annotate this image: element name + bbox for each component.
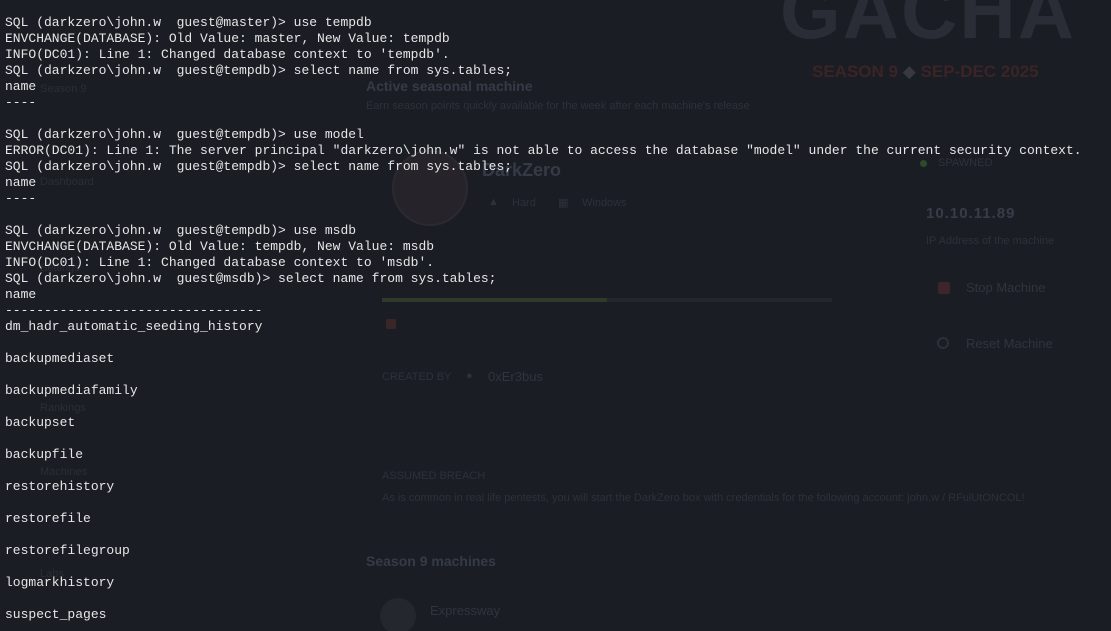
terminal-line: INFO(DC01): Line 1: Changed database con… [5,255,435,270]
terminal-line: name [5,175,37,190]
terminal-line: backupfile [5,447,84,462]
terminal-line: SQL (darkzero\john.w guest@tempdb)> use … [5,223,357,238]
terminal-line: --------------------------------- [5,303,263,318]
terminal-line: SQL (darkzero\john.w guest@tempdb)> sele… [5,159,513,174]
terminal-line: restorefile [5,511,91,526]
terminal-line: name [5,287,37,302]
terminal-line: logmarkhistory [5,575,115,590]
terminal-line: SQL (darkzero\john.w guest@tempdb)> sele… [5,63,513,78]
terminal-line: ERROR(DC01): Line 1: The server principa… [5,143,1082,158]
terminal-line: name [5,79,37,94]
terminal-line: SQL (darkzero\john.w guest@msdb)> select… [5,271,497,286]
terminal-line: ENVCHANGE(DATABASE): Old Value: master, … [5,31,450,46]
terminal-line: SQL (darkzero\john.w guest@tempdb)> use … [5,127,364,142]
terminal-line: SQL (darkzero\john.w guest@master)> use … [5,15,372,30]
terminal-line: dm_hadr_automatic_seeding_history [5,319,263,334]
terminal-output[interactable]: SQL (darkzero\john.w guest@master)> use … [5,15,1082,631]
terminal-line: INFO(DC01): Line 1: Changed database con… [5,47,450,62]
terminal-line: restorefilegroup [5,543,130,558]
terminal-line: backupmediafamily [5,383,138,398]
terminal-line: ENVCHANGE(DATABASE): Old Value: tempdb, … [5,239,435,254]
terminal-line: backupset [5,415,76,430]
terminal-line: ---- [5,95,37,110]
terminal-line: suspect_pages [5,607,107,622]
terminal-line: backupmediaset [5,351,115,366]
terminal-line: restorehistory [5,479,115,494]
terminal-line: ---- [5,191,37,206]
